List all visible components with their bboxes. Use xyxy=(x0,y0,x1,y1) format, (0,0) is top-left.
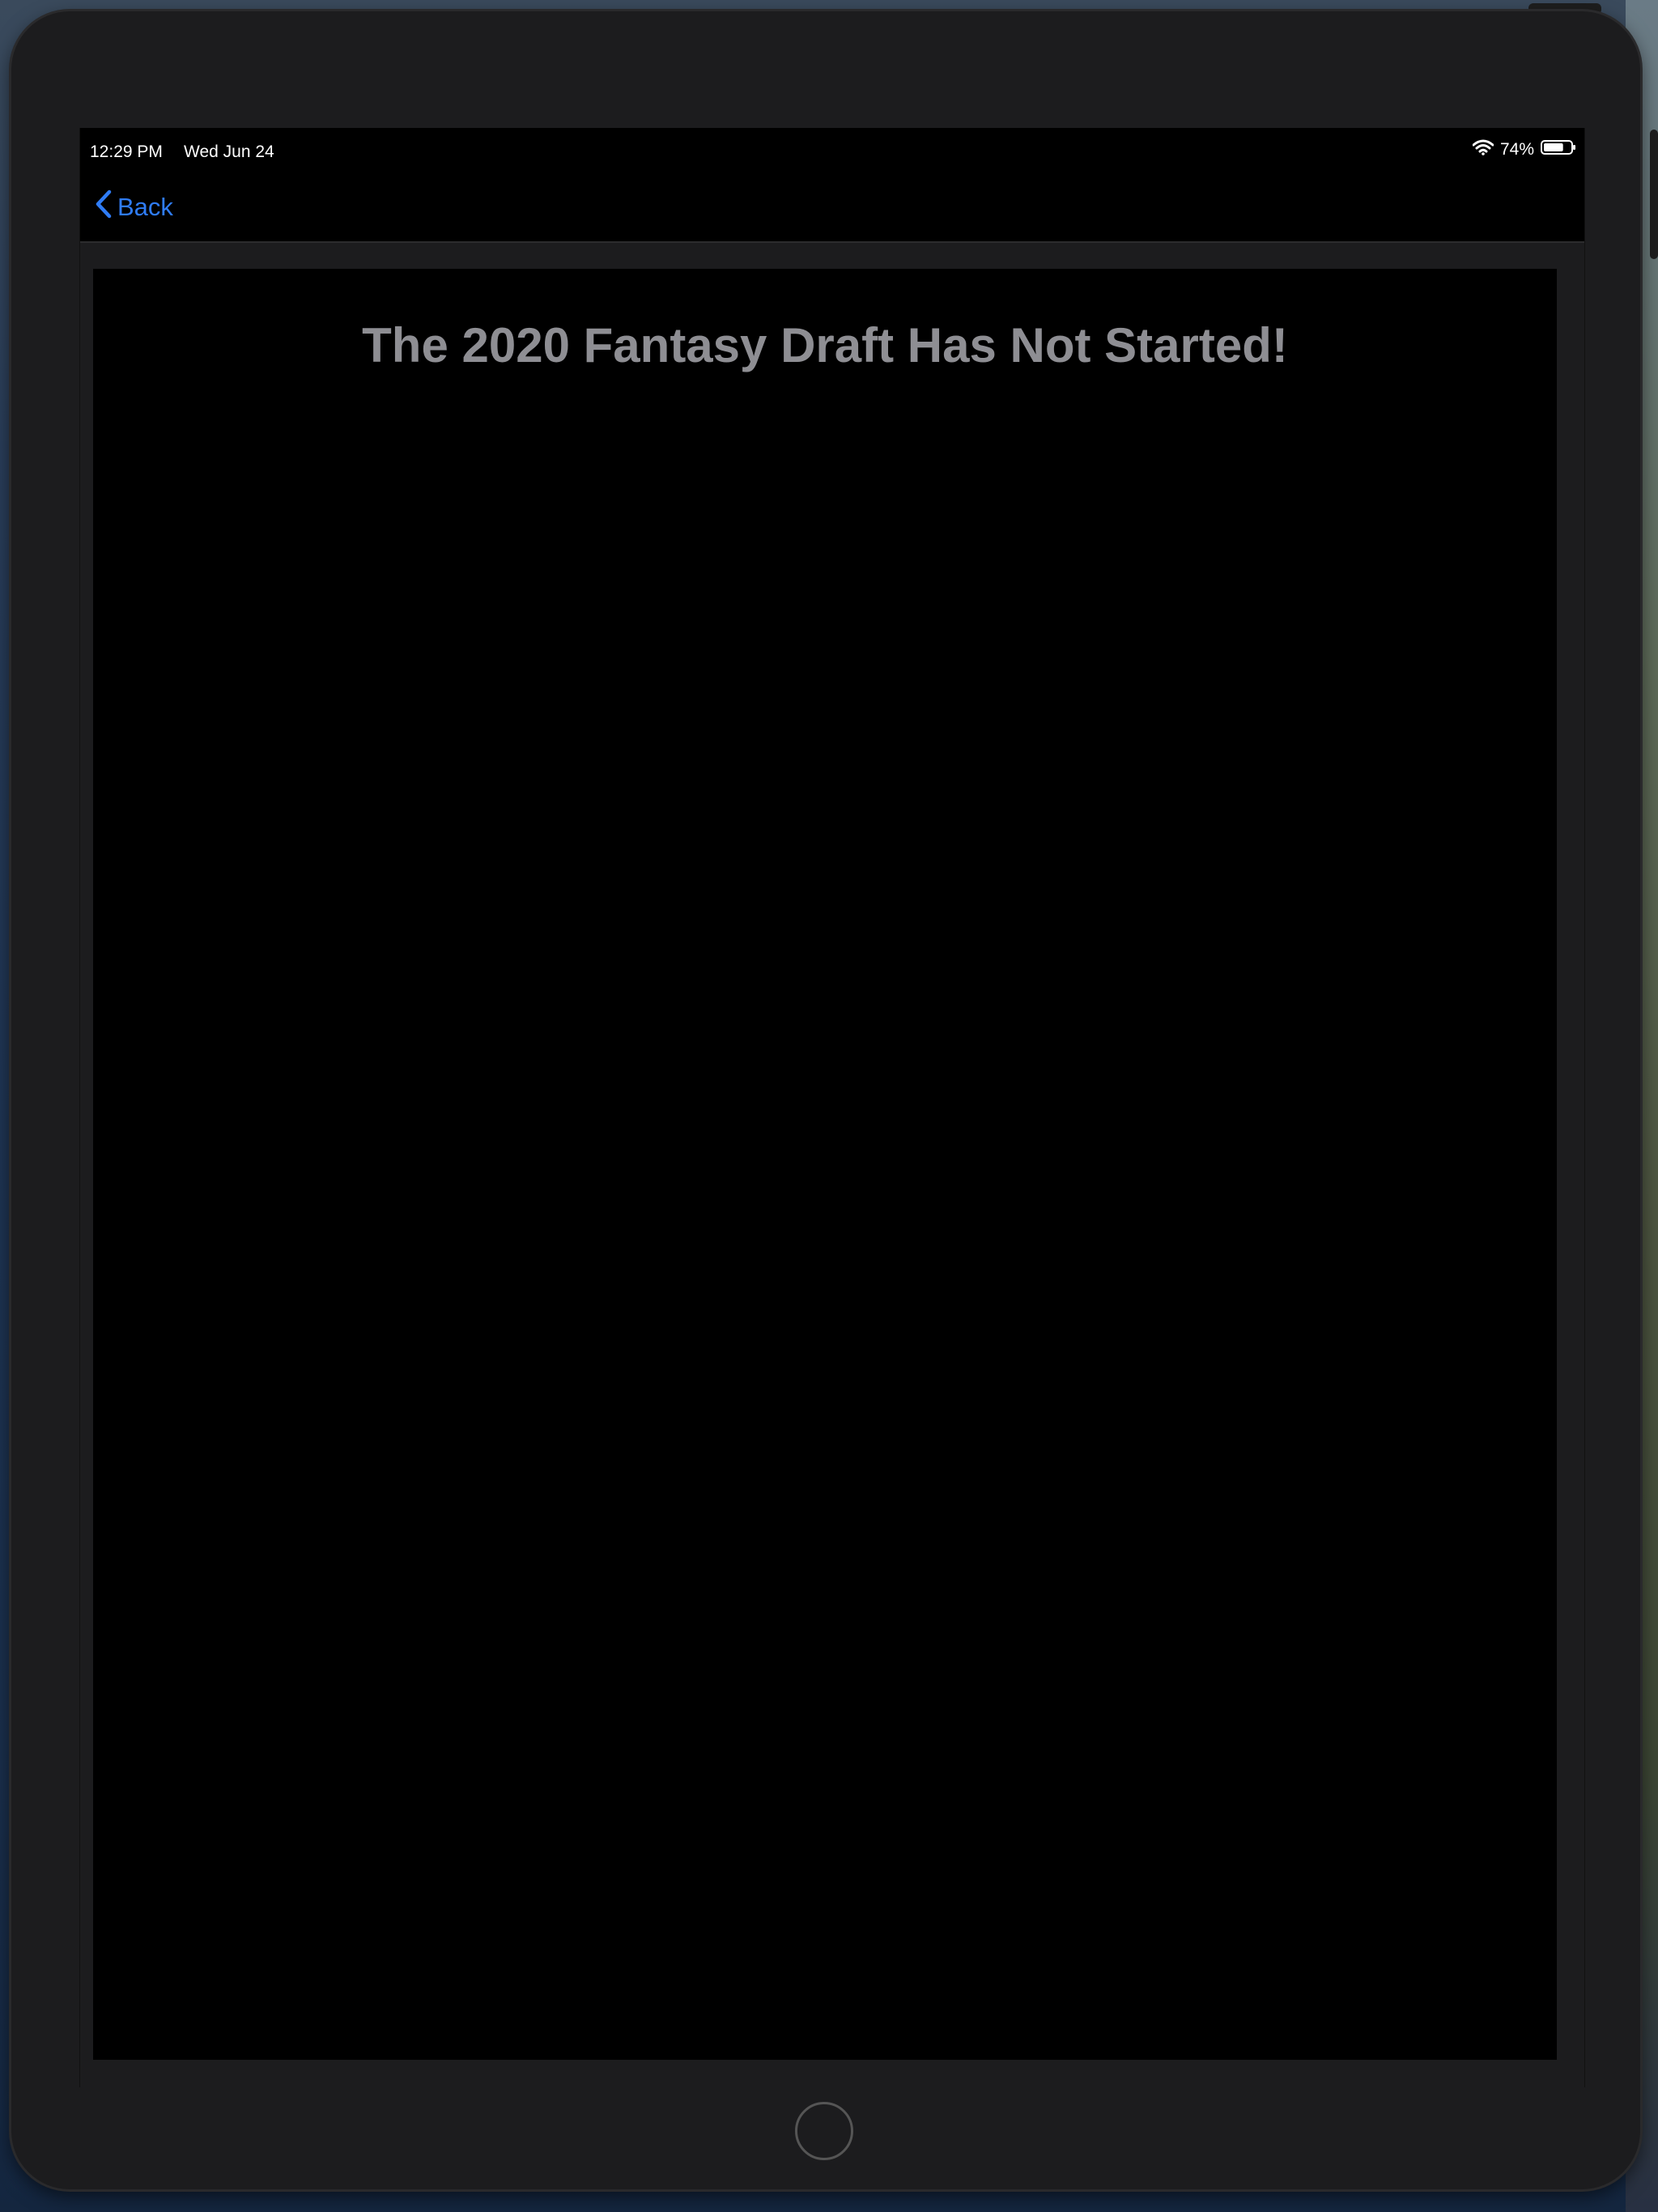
battery-icon xyxy=(1541,139,1576,160)
back-button[interactable]: Back xyxy=(95,189,173,225)
ipad-device-frame: 12:29 PM Wed Jun 24 74% Back The 2020 Fa… xyxy=(11,11,1640,2189)
navigation-bar: Back xyxy=(80,177,1584,243)
back-label: Back xyxy=(117,193,173,221)
home-button[interactable] xyxy=(795,2102,853,2160)
wifi-icon xyxy=(1472,139,1494,160)
status-date: Wed Jun 24 xyxy=(184,143,274,161)
draft-content-area: The 2020 Fantasy Draft Has Not Started! xyxy=(93,269,1557,2060)
status-indicators: 74% xyxy=(1472,139,1576,160)
status-bar: 12:29 PM Wed Jun 24 74% xyxy=(80,128,1584,177)
draft-status-message: The 2020 Fantasy Draft Has Not Started! xyxy=(362,318,1288,372)
volume-button xyxy=(1650,130,1658,259)
battery-percent: 74% xyxy=(1499,140,1534,159)
chevron-left-icon xyxy=(95,189,113,225)
device-screen: 12:29 PM Wed Jun 24 74% Back The 2020 Fa… xyxy=(79,128,1585,2087)
status-time: 12:29 PM xyxy=(90,143,163,161)
